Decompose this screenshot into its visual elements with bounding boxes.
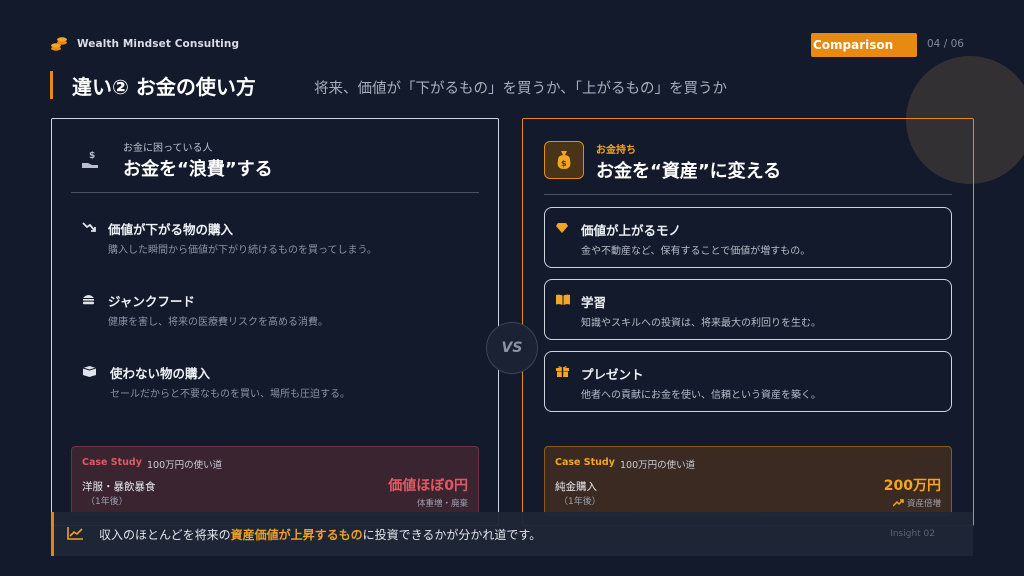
insight-bar: 収入のほとんどを将来の資産価値が上昇するものに投資できるかが分かれ道です。 In… bbox=[51, 512, 973, 556]
title-accent-bar bbox=[50, 71, 53, 99]
case-study-note-text: 資産倍増 bbox=[906, 499, 941, 509]
page-title: 違い② お金の使い方 bbox=[72, 75, 256, 99]
left-panel-divider bbox=[71, 192, 479, 193]
right-item-desc: 金や不動産など、保有することで価値が増すもの。 bbox=[581, 246, 811, 257]
page-indicator: 04 / 06 bbox=[927, 38, 964, 50]
case-study-subtitle: 100万円の使い道 bbox=[147, 460, 223, 471]
left-panel-label: お金に困っている人 bbox=[123, 143, 213, 154]
gem-icon bbox=[556, 223, 568, 233]
right-item-card: 価値が上がるモノ 金や不動産など、保有することで価値が増すもの。 bbox=[544, 207, 952, 268]
right-item-card: 学習 知識やスキルへの投資は、将来最大の利回りを生む。 bbox=[544, 279, 952, 340]
insight-accent-bar bbox=[51, 512, 54, 556]
right-item-title: 価値が上がるモノ bbox=[581, 223, 682, 238]
left-case-study: Case Study 100万円の使い道 洋服・暴飲暴食 （1年後） 価値ほぼ0… bbox=[71, 446, 479, 516]
case-study-note: 資産倍増 bbox=[892, 497, 941, 509]
case-study-label: Case Study bbox=[555, 457, 615, 468]
case-study-label: Case Study bbox=[82, 457, 142, 468]
right-item-desc: 他者への貢献にお金を使い、信頼という資産を築く。 bbox=[581, 390, 821, 401]
case-study-value: 価値ほぼ0円 bbox=[388, 478, 468, 494]
insight-text-after: に投資できるかが分かれ道です。 bbox=[362, 528, 542, 542]
left-item-desc: 購入した瞬間から価値が下がり続けるものを買ってしまう。 bbox=[108, 245, 377, 256]
page-subtitle: 将来、価値が「下がるもの」を買うか、「上がるもの」を買うか bbox=[314, 81, 727, 97]
insight-tag: Insight 02 bbox=[890, 529, 935, 539]
case-study-value: 200万円 bbox=[883, 478, 941, 494]
trend-down-icon bbox=[82, 222, 96, 232]
left-item-title: 価値が下がる物の購入 bbox=[108, 222, 234, 237]
case-study-period: （1年後） bbox=[559, 497, 601, 507]
case-study-item: 洋服・暴飲暴食 bbox=[82, 481, 156, 493]
svg-text:$: $ bbox=[561, 159, 567, 168]
case-study-subtitle: 100万円の使い道 bbox=[620, 460, 696, 471]
insight-text: 収入のほとんどを将来の資産価値が上昇するものに投資できるかが分かれ道です。 bbox=[99, 526, 541, 543]
right-item-title: プレゼント bbox=[581, 367, 644, 382]
right-panel-divider bbox=[544, 194, 952, 195]
insight-highlight: 資産価値が上昇するもの bbox=[230, 528, 363, 542]
left-item-title: ジャンクフード bbox=[108, 294, 195, 309]
trend-up-icon bbox=[892, 499, 904, 507]
right-panel-heading: お金を“資産”に変える bbox=[596, 161, 782, 182]
book-icon bbox=[556, 294, 570, 305]
brand-name: Wealth Mindset Consulting bbox=[77, 38, 240, 50]
chart-line-icon bbox=[67, 527, 83, 540]
vs-circle: VS bbox=[486, 322, 538, 374]
comparison-badge: Comparison bbox=[811, 33, 917, 57]
case-study-note-text: 体重増・廃棄 bbox=[416, 499, 468, 509]
right-item-title: 学習 bbox=[581, 295, 607, 310]
right-case-study: Case Study 100万円の使い道 純金購入 （1年後） 200万円 資産… bbox=[544, 446, 952, 516]
burger-icon bbox=[83, 295, 94, 305]
right-panel-label: お金持ち bbox=[596, 145, 636, 156]
left-item-desc: 健康を害し、将来の医療費リスクを高める消費。 bbox=[108, 317, 328, 328]
left-item-title: 使わない物の購入 bbox=[110, 366, 211, 381]
asset-panel: $ お金持ち お金を“資産”に変える 価値が上がるモノ 金や不動産など、保有する… bbox=[522, 118, 974, 526]
left-item-desc: セールだからと不要なものを買い、場所も圧迫する。 bbox=[110, 389, 350, 400]
left-panel-heading: お金を“浪費”する bbox=[123, 159, 273, 180]
case-study-note: 体重増・廃棄 bbox=[417, 497, 468, 509]
waste-panel: $ お金に困っている人 お金を“浪費”する 価値が下がる物の購入 購入した瞬間か… bbox=[51, 118, 499, 526]
case-study-item: 純金購入 bbox=[555, 481, 597, 493]
box-icon bbox=[82, 366, 97, 377]
money-bag-icon: $ bbox=[544, 141, 584, 179]
case-study-period: （1年後） bbox=[86, 497, 128, 507]
brand: Wealth Mindset Consulting bbox=[50, 36, 239, 52]
right-item-card: プレゼント 他者への貢献にお金を使い、信頼という資産を築く。 bbox=[544, 351, 952, 412]
right-item-desc: 知識やスキルへの投資は、将来最大の利回りを生む。 bbox=[581, 318, 821, 329]
hand-coin-icon: $ bbox=[82, 151, 98, 168]
svg-text:$: $ bbox=[89, 151, 95, 161]
coin-stack-icon bbox=[51, 37, 67, 51]
gift-icon bbox=[556, 366, 569, 377]
insight-text-before: 収入のほとんどを将来の bbox=[99, 528, 231, 542]
